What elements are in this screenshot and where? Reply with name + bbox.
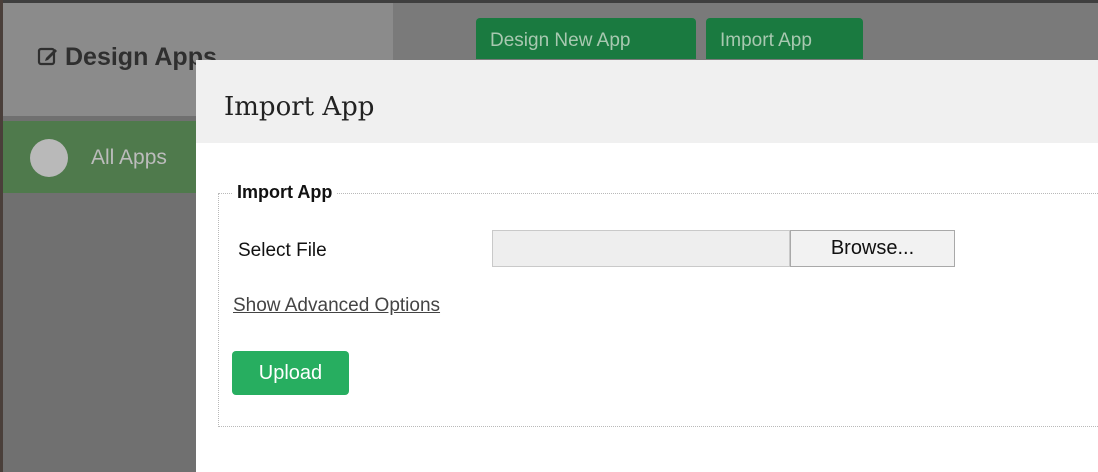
edit-icon — [37, 47, 57, 66]
fieldset-legend: Import App — [233, 182, 338, 203]
import-app-modal: Import App Import App Select File Browse… — [196, 60, 1098, 472]
circle-icon — [30, 139, 68, 177]
upload-button[interactable]: Upload — [232, 351, 349, 395]
design-new-app-button[interactable]: Design New App — [476, 18, 696, 59]
sidebar-item-label: All Apps — [91, 146, 167, 169]
import-app-button[interactable]: Import App — [706, 18, 863, 59]
modal-header: Import App — [196, 60, 1098, 143]
file-path-field[interactable] — [492, 230, 790, 267]
app-title: Design Apps — [37, 43, 217, 72]
app-title-text: Design Apps — [65, 43, 217, 71]
select-file-label: Select File — [238, 240, 327, 261]
browse-button[interactable]: Browse... — [790, 230, 955, 267]
modal-title: Import App — [224, 92, 375, 122]
show-advanced-options-link[interactable]: Show Advanced Options — [233, 295, 440, 317]
